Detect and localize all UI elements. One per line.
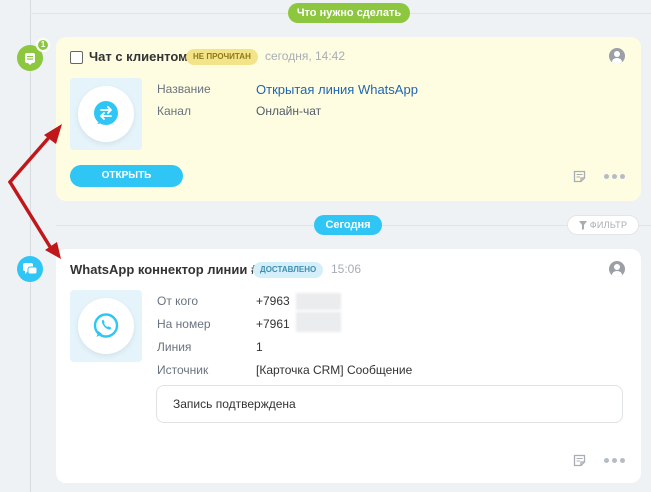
annotation-arrows <box>8 124 62 259</box>
